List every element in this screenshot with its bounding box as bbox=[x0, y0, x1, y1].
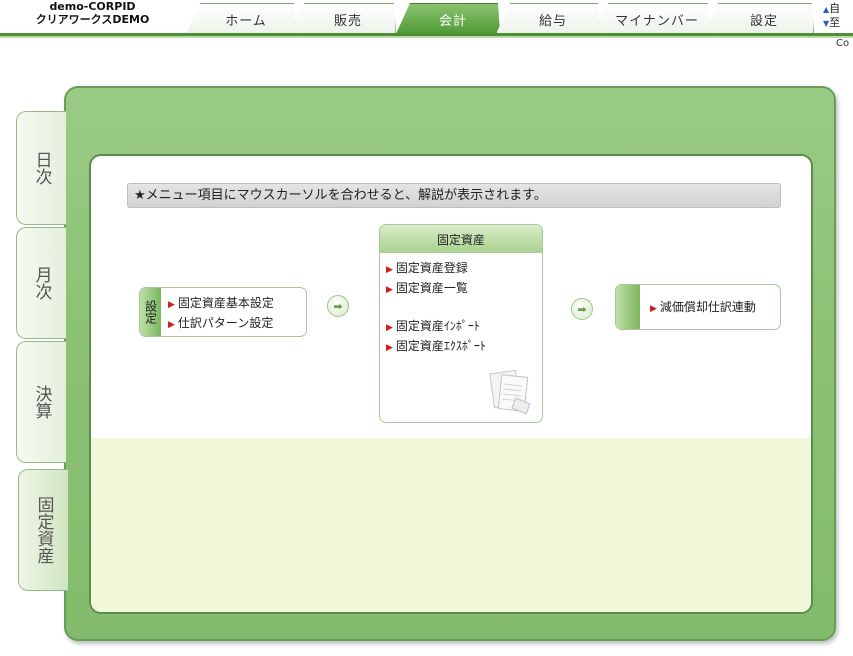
fixed-assets-io-links: ▶ 固定資産ｲﾝﾎﾟｰﾄ ▶ 固定資産ｴｸｽﾎﾟｰﾄ bbox=[386, 317, 486, 357]
bullet-icon: ▶ bbox=[386, 343, 393, 353]
side-tab-monthly[interactable]: 月次 bbox=[16, 227, 66, 339]
bullet-icon: ▶ bbox=[168, 300, 175, 310]
tab-underline-light bbox=[0, 36, 853, 38]
content-area: ★メニュー項目にマウスカーソルを合わせると、解説が表示されます。 設定 ▶ 固定資… bbox=[89, 154, 813, 614]
tab-accounting[interactable]: 会計 bbox=[396, 3, 500, 34]
settings-links: ▶ 固定資産基本設定 ▶ 仕訳パターン設定 bbox=[168, 294, 274, 334]
side-tab-label: 決算 bbox=[31, 385, 52, 419]
company-info: demo-CORPID クリアワークスDEMO bbox=[0, 0, 185, 26]
bullet-icon: ▶ bbox=[650, 304, 657, 314]
help-notice: ★メニュー項目にマウスカーソルを合わせると、解説が表示されます。 bbox=[127, 183, 781, 208]
fixed-assets-links: ▶ 固定資産登録 ▶ 固定資産一覧 bbox=[386, 259, 468, 299]
tab-sales[interactable]: 販売 bbox=[290, 3, 396, 34]
bullet-icon: ▶ bbox=[386, 285, 393, 295]
settings-box: 設定 ▶ 固定資産基本設定 ▶ 仕訳パターン設定 bbox=[139, 287, 307, 337]
arrow-right-icon: ➡ bbox=[327, 295, 349, 317]
tab-settings[interactable]: 設定 bbox=[704, 3, 814, 34]
side-tab-daily[interactable]: 日次 bbox=[16, 111, 66, 225]
right-link-from[interactable]: ▲自 bbox=[823, 2, 840, 16]
side-tab-label: 日次 bbox=[31, 151, 52, 185]
depreciation-label-bar bbox=[616, 285, 640, 329]
arrow-right-icon: ➡ bbox=[571, 298, 593, 320]
depreciation-box: ▶ 減価償却仕訳連動 bbox=[615, 284, 781, 330]
right-link-to[interactable]: ▼至 bbox=[823, 16, 840, 30]
company-id: demo-CORPID bbox=[49, 0, 136, 13]
header-small-text: Co bbox=[836, 38, 850, 49]
fixed-assets-title: 固定資産 bbox=[380, 225, 542, 253]
header-right-links: ▲自 ▼至 bbox=[823, 2, 840, 30]
content-lower-area bbox=[91, 438, 811, 612]
tab-payroll[interactable]: 給与 bbox=[496, 3, 600, 34]
document-icon bbox=[489, 369, 531, 415]
link-fixed-asset-basic-settings[interactable]: ▶ 固定資産基本設定 bbox=[168, 294, 274, 314]
company-name: クリアワークスDEMO bbox=[35, 13, 150, 26]
fixed-assets-box: 固定資産 ▶ 固定資産登録 ▶ 固定資産一覧 ▶ 固定資産ｲﾝﾎﾟｰﾄ ▶ 固定資産ｴｸ… bbox=[379, 224, 543, 423]
link-fixed-asset-export[interactable]: ▶ 固定資産ｴｸｽﾎﾟｰﾄ bbox=[386, 337, 486, 357]
side-tab-fixed-assets[interactable]: 固定資産 bbox=[18, 469, 68, 591]
link-depreciation-journal[interactable]: ▶ 減価償却仕訳連動 bbox=[650, 298, 756, 318]
link-journal-pattern-settings[interactable]: ▶ 仕訳パターン設定 bbox=[168, 314, 274, 334]
side-tab-label: 固定資産 bbox=[33, 496, 54, 564]
link-fixed-asset-register[interactable]: ▶ 固定資産登録 bbox=[386, 259, 468, 279]
settings-label: 設定 bbox=[140, 288, 161, 336]
header: demo-CORPID クリアワークスDEMO ホーム 販売 会計 給与 マイナ… bbox=[0, 0, 853, 34]
tab-mynumber[interactable]: マイナンバー bbox=[594, 3, 710, 34]
link-fixed-asset-list[interactable]: ▶ 固定資産一覧 bbox=[386, 279, 468, 299]
tab-home[interactable]: ホーム bbox=[186, 3, 296, 34]
side-tab-closing[interactable]: 決算 bbox=[16, 341, 66, 463]
bullet-icon: ▶ bbox=[386, 265, 393, 275]
side-tab-label: 月次 bbox=[31, 266, 52, 300]
bullet-icon: ▶ bbox=[386, 323, 393, 333]
bullet-icon: ▶ bbox=[168, 320, 175, 330]
link-fixed-asset-import[interactable]: ▶ 固定資産ｲﾝﾎﾟｰﾄ bbox=[386, 317, 486, 337]
